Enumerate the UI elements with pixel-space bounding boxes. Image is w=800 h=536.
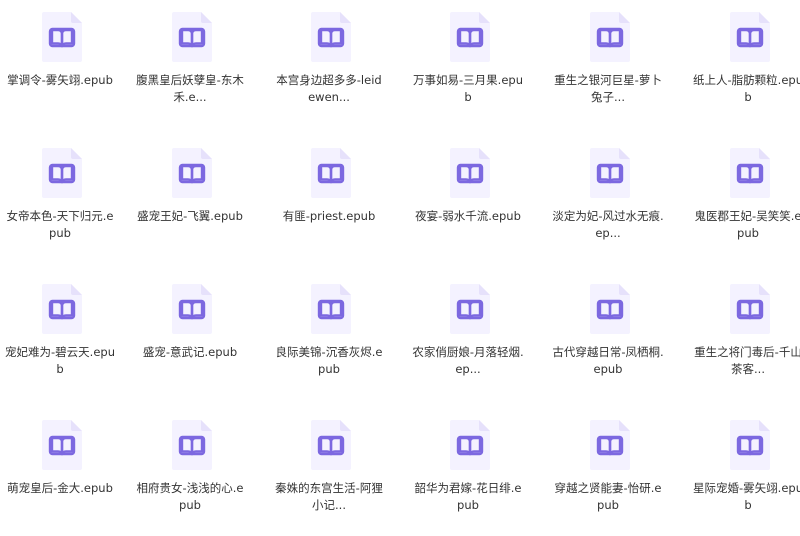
- file-name-label: 秦姝的东宫生活-阿狸小记...: [275, 481, 383, 512]
- ebook-file-icon: [309, 282, 353, 336]
- file-name-label: 重生之银河巨星-萝卜兔子...: [554, 73, 662, 104]
- file-tile[interactable]: 盛宠-意武记.epub: [130, 272, 250, 400]
- file-tile[interactable]: 宠妃难为-碧云天.epub: [0, 272, 120, 400]
- file-tile[interactable]: 重生之将门毒后-千山茶客...: [688, 272, 800, 400]
- file-tile[interactable]: 掌调令-雾矢翊.epub: [0, 0, 120, 128]
- ebook-file-icon: [309, 418, 353, 472]
- file-tile[interactable]: 淡定为妃-风过水无痕.ep...: [548, 136, 668, 264]
- file-tile[interactable]: 韶华为君嫁-花日绯.epub: [408, 408, 528, 536]
- file-name-label: 相府贵女-浅浅的心.epub: [136, 481, 244, 512]
- file-tile[interactable]: 重生之银河巨星-萝卜兔子...: [548, 0, 668, 128]
- file-name-label: 盛宠王妃-飞翼.epub: [137, 209, 243, 223]
- ebook-file-icon: [309, 146, 353, 200]
- file-tile[interactable]: 秦姝的东宫生活-阿狸小记...: [269, 408, 389, 536]
- file-grid: 掌调令-雾矢翊.epub 腹黑皇后妖孽皇-东木禾.e... 本宫身边超多多-leid…: [0, 0, 800, 526]
- ebook-file-icon: [170, 10, 214, 64]
- file-tile[interactable]: 相府贵女-浅浅的心.epub: [130, 408, 250, 536]
- file-name-label: 腹黑皇后妖孽皇-东木禾.e...: [136, 73, 244, 104]
- file-name-label: 盛宠-意武记.epub: [142, 345, 238, 359]
- file-name-label: 萌宠皇后-金大.epub: [7, 481, 113, 495]
- file-name-label: 淡定为妃-风过水无痕.ep...: [552, 209, 664, 240]
- ebook-file-icon: [728, 282, 772, 336]
- file-name-label: 有匪-priest.epub: [282, 209, 376, 223]
- file-tile[interactable]: 鬼医郡王妃-吴笑笑.epub: [688, 136, 800, 264]
- file-name-label: 鬼医郡王妃-吴笑笑.epub: [694, 209, 800, 240]
- ebook-file-icon: [588, 282, 632, 336]
- file-name-label: 韶华为君嫁-花日绯.epub: [414, 481, 522, 512]
- file-name-label: 穿越之贤能妻-怡研.epub: [554, 481, 662, 512]
- ebook-file-icon: [728, 10, 772, 64]
- file-name-label: 重生之将门毒后-千山茶客...: [694, 345, 800, 376]
- file-name-label: 宠妃难为-碧云天.epub: [5, 345, 115, 376]
- file-tile[interactable]: 夜宴-弱水千流.epub: [408, 136, 528, 264]
- file-tile[interactable]: 萌宠皇后-金大.epub: [0, 408, 120, 536]
- file-tile[interactable]: 穿越之贤能妻-怡研.epub: [548, 408, 668, 536]
- file-tile[interactable]: 纸上人-脂肪颗粒.epub: [688, 0, 800, 128]
- file-name-label: 星际宠婚-雾矢翊.epub: [693, 481, 800, 512]
- file-name-label: 农家俏厨娘-月落轻烟.ep...: [412, 345, 524, 376]
- file-tile[interactable]: 万事如易-三月果.epub: [408, 0, 528, 128]
- file-name-label: 古代穿越日常-凤栖桐.epub: [552, 345, 664, 376]
- ebook-file-icon: [40, 10, 84, 64]
- ebook-file-icon: [170, 418, 214, 472]
- file-name-label: 女帝本色-天下归元.epub: [6, 209, 114, 240]
- ebook-file-icon: [448, 10, 492, 64]
- file-name-label: 良际美锦-沉香灰烬.epub: [275, 345, 383, 376]
- file-tile[interactable]: 本宫身边超多多-leidewen...: [269, 0, 389, 128]
- file-tile[interactable]: 盛宠王妃-飞翼.epub: [130, 136, 250, 264]
- ebook-file-icon: [448, 282, 492, 336]
- ebook-file-icon: [728, 418, 772, 472]
- file-tile[interactable]: 女帝本色-天下归元.epub: [0, 136, 120, 264]
- file-name-label: 万事如易-三月果.epub: [413, 73, 523, 104]
- ebook-file-icon: [448, 418, 492, 472]
- file-name-label: 夜宴-弱水千流.epub: [415, 209, 521, 223]
- file-tile[interactable]: 腹黑皇后妖孽皇-东木禾.e...: [130, 0, 250, 128]
- ebook-file-icon: [728, 146, 772, 200]
- ebook-file-icon: [170, 282, 214, 336]
- file-name-label: 本宫身边超多多-leidewen...: [276, 73, 382, 104]
- file-name-label: 掌调令-雾矢翊.epub: [7, 73, 113, 87]
- ebook-file-icon: [588, 10, 632, 64]
- file-tile[interactable]: 星际宠婚-雾矢翊.epub: [688, 408, 800, 536]
- ebook-file-icon: [448, 146, 492, 200]
- ebook-file-icon: [588, 146, 632, 200]
- ebook-file-icon: [170, 146, 214, 200]
- file-tile[interactable]: 良际美锦-沉香灰烬.epub: [269, 272, 389, 400]
- file-tile[interactable]: 古代穿越日常-凤栖桐.epub: [548, 272, 668, 400]
- ebook-file-icon: [40, 146, 84, 200]
- file-tile[interactable]: 有匪-priest.epub: [269, 136, 389, 264]
- ebook-file-icon: [309, 10, 353, 64]
- file-tile[interactable]: 农家俏厨娘-月落轻烟.ep...: [408, 272, 528, 400]
- ebook-file-icon: [40, 418, 84, 472]
- ebook-file-icon: [588, 418, 632, 472]
- file-name-label: 纸上人-脂肪颗粒.epub: [693, 73, 800, 104]
- ebook-file-icon: [40, 282, 84, 336]
